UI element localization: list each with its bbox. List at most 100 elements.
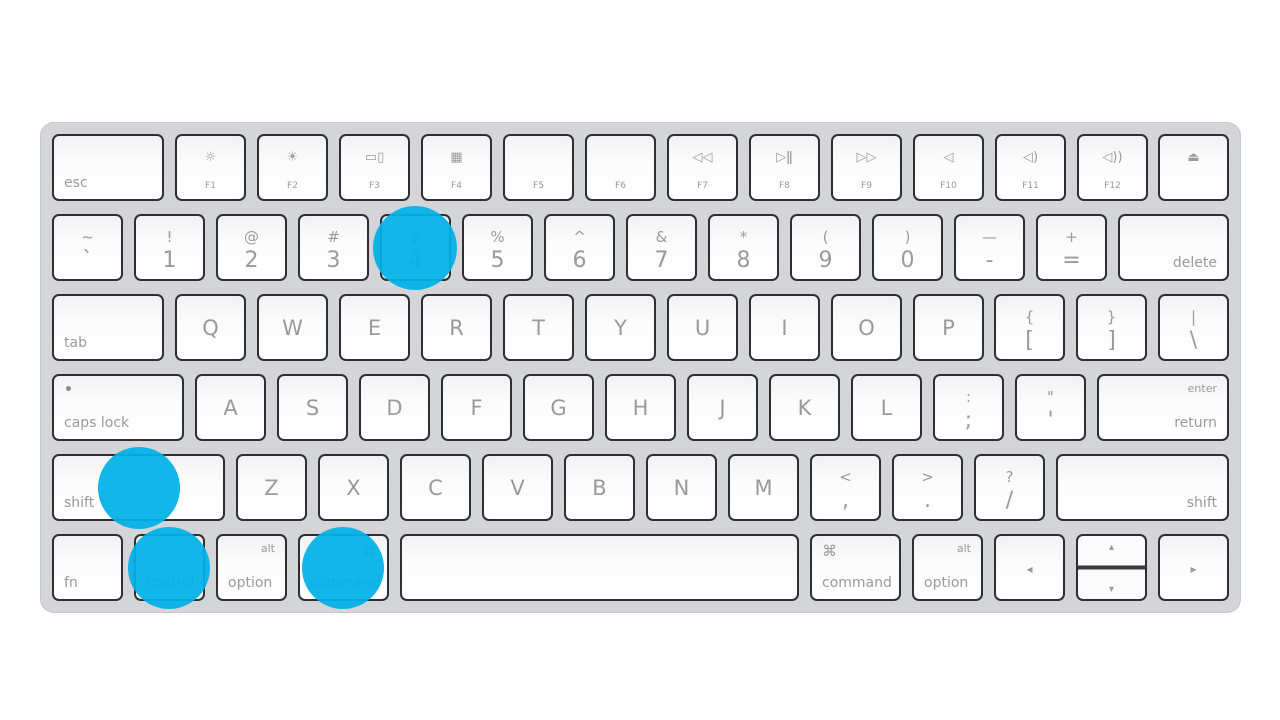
key-F5[interactable]: F5 [503, 134, 574, 201]
key-A[interactable]: A [195, 374, 266, 441]
key-F12[interactable]: ◁)) F12 [1077, 134, 1148, 201]
key-3[interactable]: #3 [298, 214, 369, 281]
key-M[interactable]: M [728, 454, 799, 521]
key-label: M [754, 476, 773, 500]
key-delete[interactable]: delete [1118, 214, 1229, 281]
key-P[interactable]: P [913, 294, 984, 361]
key-label: X [346, 476, 361, 500]
key-F8[interactable]: ▷ǁ F8 [749, 134, 820, 201]
key-;[interactable]: :; [933, 374, 1004, 441]
key-[[interactable]: {[ [994, 294, 1065, 361]
key-D[interactable]: D [359, 374, 430, 441]
key-6[interactable]: ^ 6 [544, 214, 615, 281]
key-J[interactable]: J [687, 374, 758, 441]
key-label: R [449, 316, 464, 340]
key-2[interactable]: @2 [216, 214, 287, 281]
key-label: 8 [736, 248, 751, 273]
key--[interactable]: — - [954, 214, 1025, 281]
key-9[interactable]: (9 [790, 214, 861, 281]
key-=[interactable]: + = [1036, 214, 1107, 281]
key-K[interactable]: K [769, 374, 840, 441]
key-label: T [532, 316, 545, 340]
key-label: L [880, 396, 893, 420]
key-label: A [223, 396, 238, 420]
key-command[interactable]: ⌘ command [810, 534, 901, 601]
key-tab[interactable]: tab [52, 294, 164, 361]
key-F3[interactable]: ▭▯ F3 [339, 134, 410, 201]
key-F1[interactable]: ☼ F1 [175, 134, 246, 201]
key-label: ▸ [1190, 562, 1197, 576]
key-option[interactable]: alt option [912, 534, 983, 601]
key-5[interactable]: % 5 [462, 214, 533, 281]
key-label: F6 [615, 181, 626, 191]
key-0[interactable]: ) 0 [872, 214, 943, 281]
key-F10[interactable]: ◁ F10 [913, 134, 984, 201]
key-shift-symbol: ? [1005, 468, 1014, 486]
key-arrow-left[interactable]: ◂ [994, 534, 1065, 601]
key-E[interactable]: E [339, 294, 410, 361]
key-F11[interactable]: ◁) F11 [995, 134, 1066, 201]
key-I[interactable]: I [749, 294, 820, 361]
key-esc[interactable]: esc [52, 134, 164, 201]
key-S[interactable]: S [277, 374, 348, 441]
key-label: caps lock [64, 415, 130, 431]
key-'[interactable]: " ' [1015, 374, 1086, 441]
key-return[interactable]: enter return [1097, 374, 1229, 441]
key-L[interactable]: L [851, 374, 922, 441]
arrow-up-icon: ▴ [1108, 542, 1115, 553]
key-label: B [592, 476, 607, 500]
key-key[interactable]: ⏏ [1158, 134, 1229, 201]
key-label: = [1062, 248, 1081, 273]
key-,[interactable]: <, [810, 454, 881, 521]
key-N[interactable]: N [646, 454, 717, 521]
key-shift-symbol: # [327, 228, 340, 246]
key-icon: ▭▯ [364, 150, 385, 165]
key-/[interactable]: ? / [974, 454, 1045, 521]
key-7[interactable]: & 7 [626, 214, 697, 281]
key-shift-symbol: — [982, 228, 997, 246]
key-W[interactable]: W [257, 294, 328, 361]
key-F9[interactable]: ▷▷ F9 [831, 134, 902, 201]
key-1[interactable]: ! 1 [134, 214, 205, 281]
key-\[interactable]: | \ [1158, 294, 1229, 361]
key-shift-symbol: : [965, 388, 972, 406]
key-H[interactable]: H [605, 374, 676, 441]
key-icon: ⏏ [1187, 150, 1200, 165]
key-up-down-arrows[interactable]: ▴ ▾ [1076, 534, 1147, 601]
key-F6[interactable]: F6 [585, 134, 656, 201]
key-R[interactable]: R [421, 294, 492, 361]
key-Z[interactable]: Z [236, 454, 307, 521]
key-F2[interactable]: ☀ F2 [257, 134, 328, 201]
key-G[interactable]: G [523, 374, 594, 441]
key-label: ` [82, 248, 93, 273]
key-B[interactable]: B [564, 454, 635, 521]
key-label: shift [1186, 495, 1217, 511]
key-option[interactable]: alt option [216, 534, 287, 601]
key-label: F7 [697, 181, 708, 191]
key-.[interactable]: >. [892, 454, 963, 521]
key-caps-lock[interactable]: caps lock [52, 374, 184, 441]
key-fn[interactable]: fn [52, 534, 123, 601]
key-C[interactable]: C [400, 454, 471, 521]
key-label: H [632, 396, 649, 420]
key-`[interactable]: ~ ` [52, 214, 123, 281]
key-F7[interactable]: ◁◁ F7 [667, 134, 738, 201]
key-label: J [719, 396, 726, 420]
key-shift[interactable]: shift [1056, 454, 1229, 521]
key-T[interactable]: T [503, 294, 574, 361]
key-F[interactable]: F [441, 374, 512, 441]
key-Y[interactable]: Y [585, 294, 656, 361]
key-label: 0 [900, 248, 915, 273]
key-space[interactable] [400, 534, 799, 601]
key-label: . [924, 488, 931, 513]
key-][interactable]: }] [1076, 294, 1147, 361]
key-V[interactable]: V [482, 454, 553, 521]
key-arrow-right[interactable]: ▸ [1158, 534, 1229, 601]
key-Q[interactable]: Q [175, 294, 246, 361]
key-8[interactable]: * 8 [708, 214, 779, 281]
key-X[interactable]: X [318, 454, 389, 521]
key-F4[interactable]: ▦ F4 [421, 134, 492, 201]
key-label: esc [64, 175, 88, 191]
key-O[interactable]: O [831, 294, 902, 361]
key-U[interactable]: U [667, 294, 738, 361]
